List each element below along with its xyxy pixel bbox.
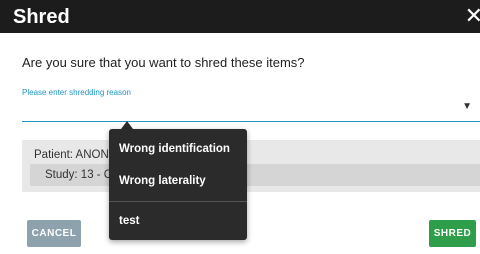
shred-dialog: Shred ✕ Are you sure that you want to sh… bbox=[0, 0, 480, 254]
close-icon[interactable]: ✕ bbox=[465, 4, 480, 28]
dropdown-caret bbox=[121, 121, 133, 129]
cancel-button[interactable]: CANCEL bbox=[27, 220, 81, 247]
chevron-down-icon[interactable]: ▼ bbox=[462, 101, 472, 112]
shredding-reason-menu: Wrong identification Wrong laterality te… bbox=[109, 129, 247, 240]
study-item: Study: 13 - C bbox=[30, 164, 480, 186]
dialog-titlebar: Shred ✕ bbox=[0, 0, 480, 33]
menu-divider bbox=[109, 201, 247, 202]
patient-label: Patient: ANONY bbox=[34, 149, 117, 161]
shredding-reason-label: Please enter shredding reason bbox=[22, 88, 131, 97]
shred-button[interactable]: SHRED bbox=[429, 220, 476, 247]
shredding-reason-select[interactable]: Please enter shredding reason ▼ bbox=[22, 84, 480, 122]
patient-item: Patient: ANONY Study: 13 - C bbox=[22, 140, 480, 192]
confirmation-question: Are you sure that you want to shred thes… bbox=[22, 55, 305, 70]
menu-item-test[interactable]: test bbox=[119, 215, 139, 227]
dialog-title: Shred bbox=[13, 6, 70, 28]
menu-item-wrong-laterality[interactable]: Wrong laterality bbox=[119, 175, 206, 187]
select-underline bbox=[22, 121, 480, 122]
menu-item-wrong-identification[interactable]: Wrong identification bbox=[119, 143, 230, 155]
study-label: Study: 13 - C bbox=[45, 169, 113, 181]
